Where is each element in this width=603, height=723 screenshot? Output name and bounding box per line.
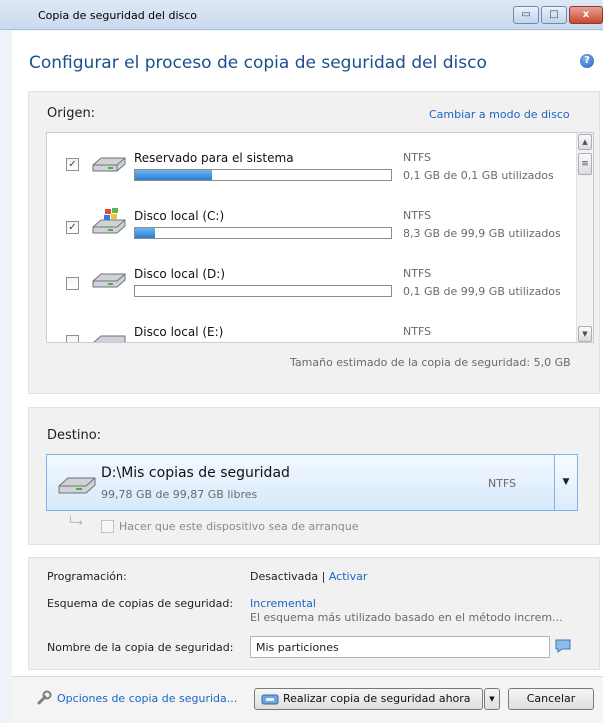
usage-text: 0,1 GB de 99,9 GB utilizados [403,285,561,298]
destination-path: D:\Mis copias de seguridad [101,465,290,481]
usage-bar [134,169,392,181]
run-backup-dropdown[interactable]: ▼ [484,688,500,710]
disk-list-scrollbar[interactable]: ▲ ≡ ▼ [576,133,593,342]
wrench-icon [37,690,52,705]
close-button[interactable]: x [569,6,603,24]
usage-bar [134,227,392,239]
bootable-checkbox[interactable] [101,520,114,533]
activate-schedule-link[interactable]: Activar [329,570,368,583]
usage-text: 8,3 GB de 99,9 GB utilizados [403,227,561,240]
schedule-value: Desactivada [250,570,319,583]
usage-bar-fill [135,228,156,238]
bootable-label: Hacer que este dispositivo sea de arranq… [119,520,359,533]
switch-disk-mode-link[interactable]: Cambiar a modo de disco [429,108,570,121]
scheme-description: El esquema más utilizado basado en el mé… [250,611,563,624]
windows-drive-icon [92,208,126,234]
backup-drive-icon [261,694,279,705]
usage-bar-fill [135,170,212,180]
estimated-size: Tamaño estimado de la copia de seguridad… [290,356,571,369]
disk-name: Disco local (E:) [134,325,224,339]
backup-options-link[interactable]: Opciones de copia de segurida... [57,692,237,705]
scroll-thumb[interactable]: ≡ [578,153,592,175]
disk-checkbox-e[interactable] [66,335,79,342]
minimize-button[interactable]: ▭ [513,6,539,24]
run-backup-now-button[interactable]: Realizar copia de seguridad ahora [254,688,483,710]
disk-checkbox-c[interactable]: ✓ [66,221,79,234]
destination-free-space: 99,78 GB de 99,87 GB libres [101,488,258,501]
disk-name: Disco local (D:) [134,267,226,281]
filesystem-label: NTFS [403,325,432,338]
window-title: Copia de seguridad del disco [38,9,198,22]
backup-name-input[interactable]: Mis particiones [250,636,550,658]
disk-row-d[interactable]: Disco local (D:) NTFS 0,1 GB de 99,9 GB … [47,261,577,317]
destination-dropdown-button[interactable]: ▼ [554,454,578,511]
cancel-button[interactable]: Cancelar [508,688,594,710]
schedule-label: Programación: [47,570,127,583]
comment-icon[interactable] [554,638,572,654]
hdd-icon [92,273,126,288]
destination-selector[interactable]: D:\Mis copias de seguridad 99,78 GB de 9… [46,454,578,511]
filesystem-label: NTFS [403,209,432,222]
hdd-icon [58,477,96,494]
schedule-status: Desactivada | Activar [250,570,367,583]
destination-label: Destino: [47,428,102,443]
backup-name-label: Nombre de la copia de seguridad: [47,641,234,654]
disk-row-reserved[interactable]: ✓ Reservado para el sistema NTFS 0,1 GB … [47,145,577,201]
filesystem-label: NTFS [403,267,432,280]
window-titlebar: Copia de seguridad del disco ▭ □ x [0,0,603,30]
disk-row-e[interactable]: Disco local (E:) NTFS [47,319,577,342]
usage-bar [134,285,392,297]
filesystem-label: NTFS [403,151,432,164]
source-label: Origen: [47,106,96,121]
page-title: Configurar el proceso de copia de seguri… [29,53,487,73]
scheme-link[interactable]: Incremental [250,597,316,610]
hdd-icon [92,157,126,172]
backup-name-value: Mis particiones [256,641,339,654]
disk-row-c[interactable]: ✓ Disco local (C:) NTFS 8,3 GB de 99,9 G… [47,203,577,259]
disk-name: Reservado para el sistema [134,151,294,165]
disk-checkbox-reserved[interactable]: ✓ [66,158,79,171]
destination-filesystem: NTFS [488,477,517,490]
disk-checkbox-d[interactable] [66,277,79,290]
disk-list[interactable]: ✓ Reservado para el sistema NTFS 0,1 GB … [46,132,594,343]
scroll-up-button[interactable]: ▲ [578,134,592,150]
scroll-down-button[interactable]: ▼ [578,326,592,342]
schedule-separator: | [321,570,326,583]
scheme-label: Esquema de copias de seguridad: [47,597,234,610]
maximize-button[interactable]: □ [541,6,567,24]
run-backup-now-label: Realizar copia de seguridad ahora [283,692,471,705]
usage-text: 0,1 GB de 0,1 GB utilizados [403,169,554,182]
disk-name: Disco local (C:) [134,209,225,223]
help-icon[interactable]: ? [580,54,594,68]
connector-arrow: └→ [67,516,83,529]
hdd-icon [93,335,126,342]
